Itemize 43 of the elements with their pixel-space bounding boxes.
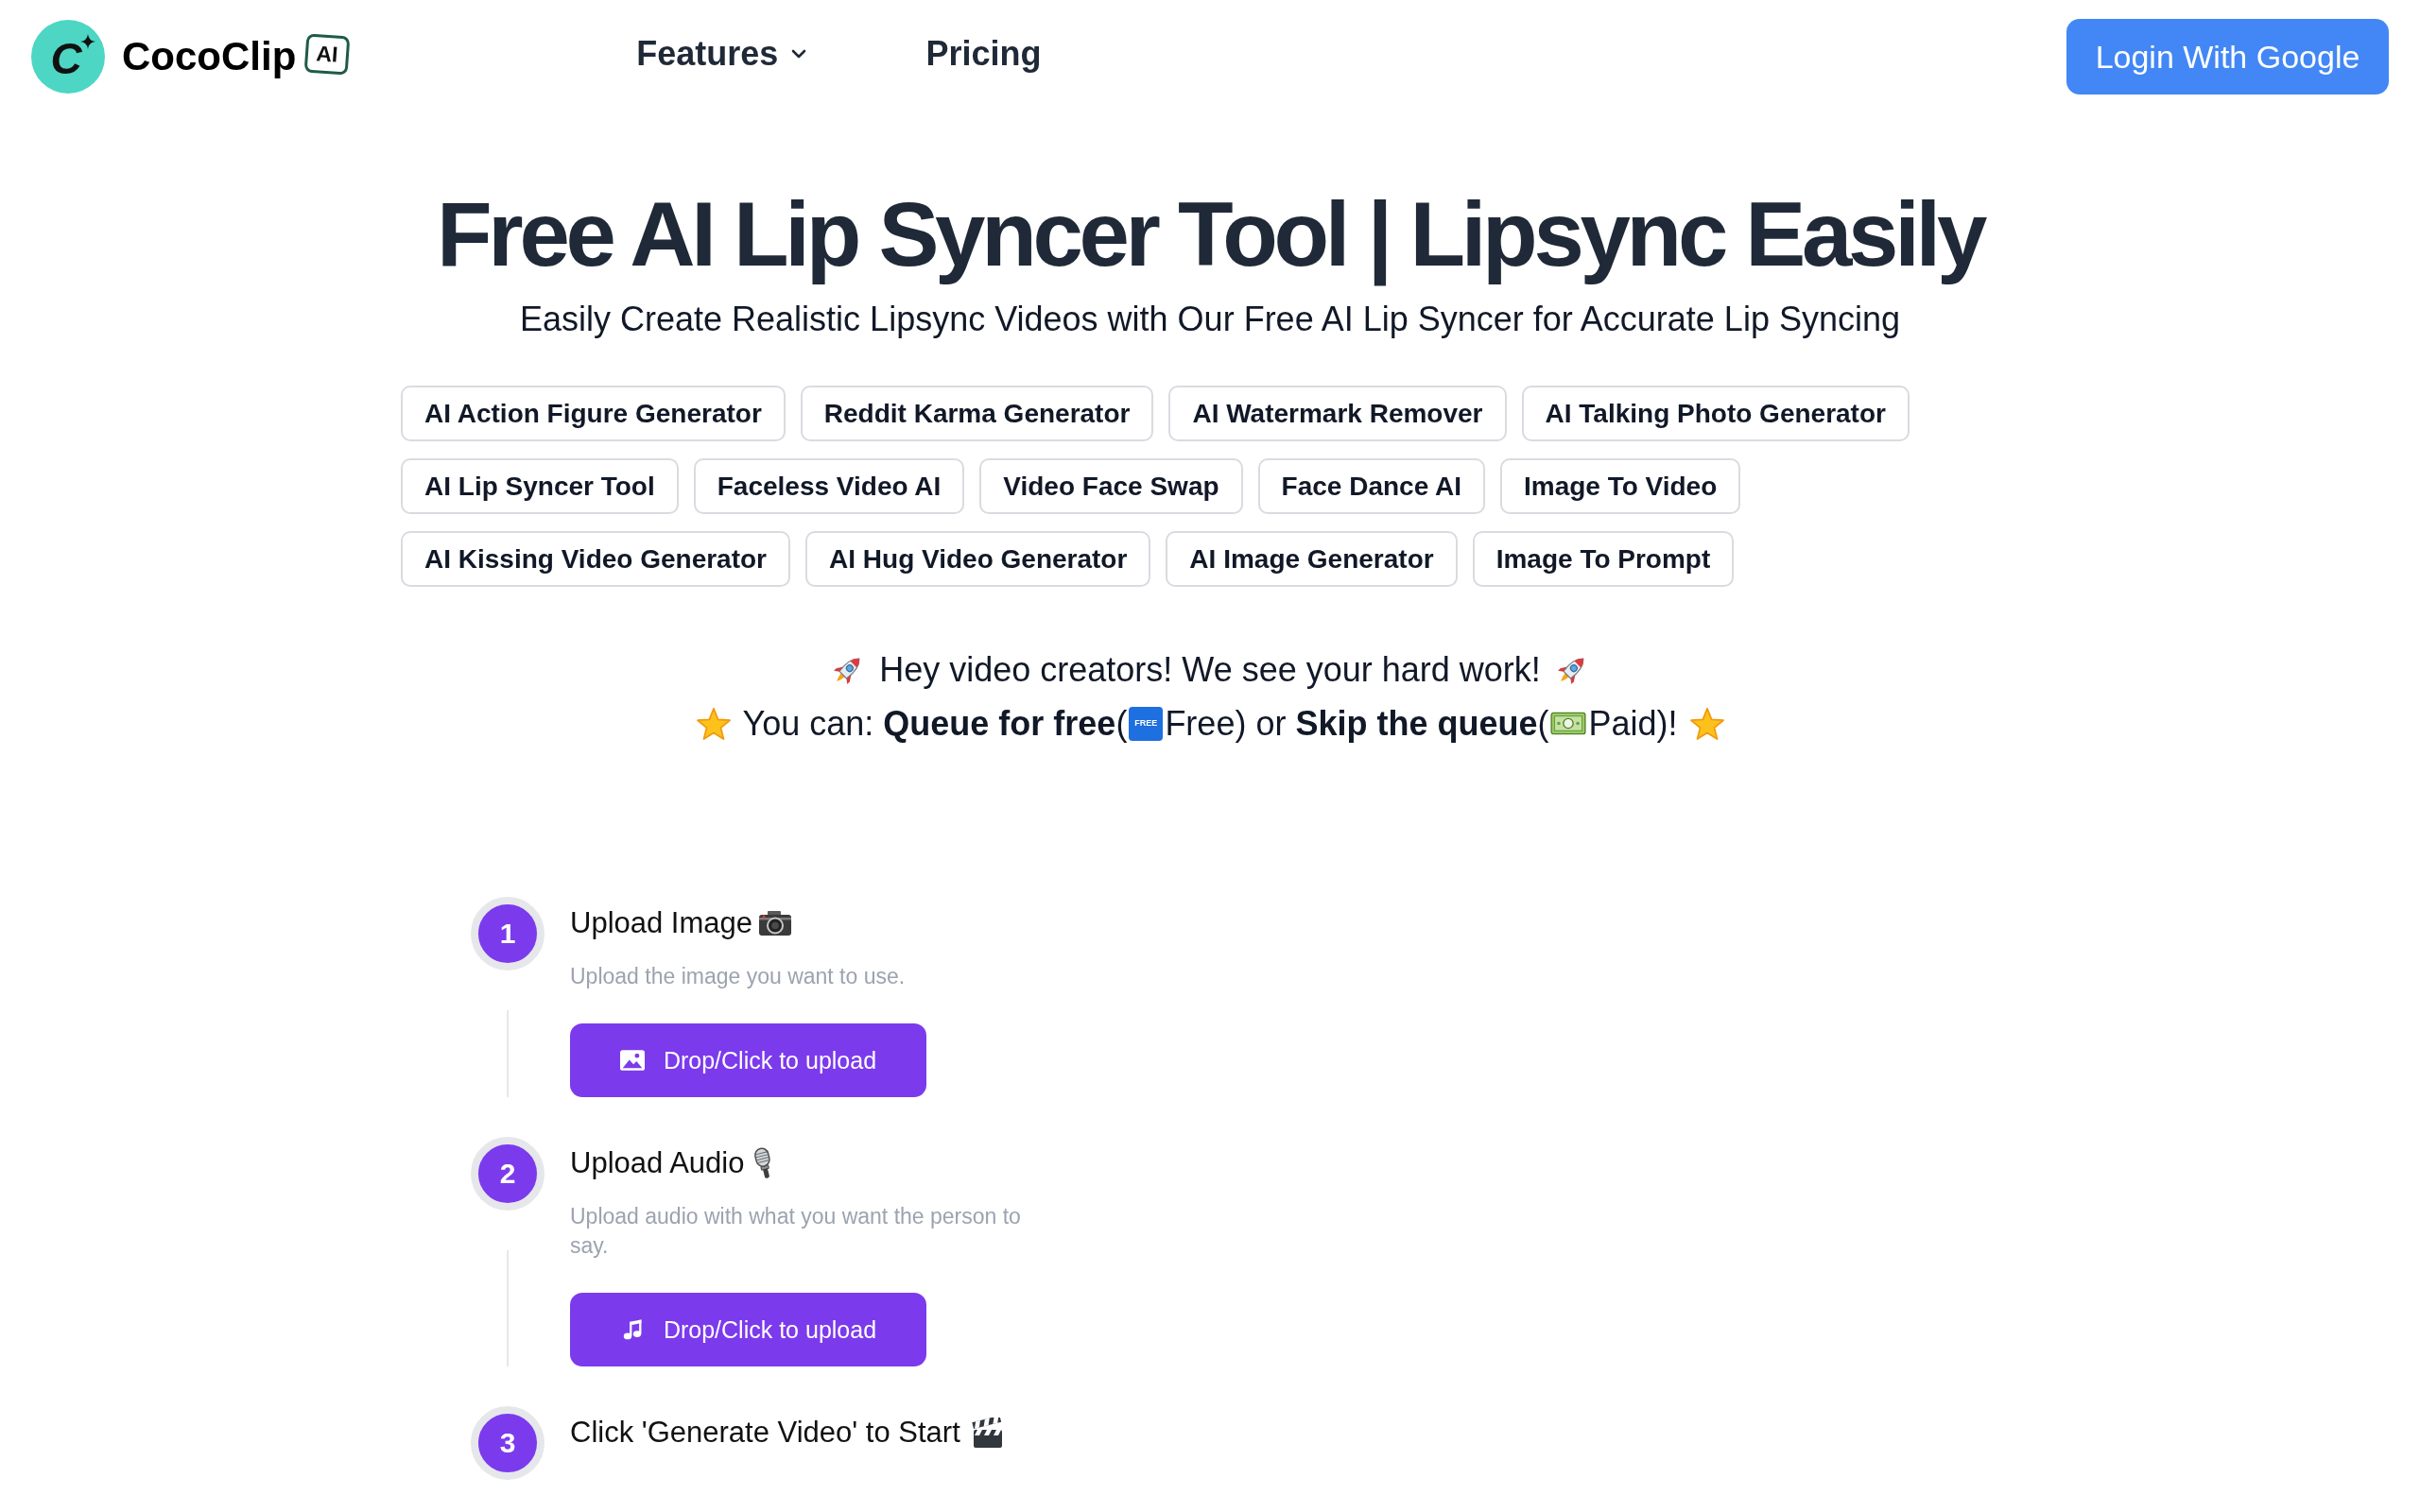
step-description: Upload the image you want to use.	[570, 963, 906, 990]
brand-name: CocoClip	[122, 37, 297, 77]
image-icon	[619, 1050, 645, 1071]
step-number: 3	[471, 1406, 544, 1480]
chevron-down-icon	[791, 49, 807, 59]
offer-text: Free) or Skip the queue(	[1165, 703, 1549, 745]
upload-button[interactable]: Drop/Click to upload	[570, 1293, 926, 1366]
star-icon	[695, 705, 732, 742]
nav-link[interactable]: Pricing	[925, 33, 1042, 75]
tool-link[interactable]: AI Talking Photo Generator	[1521, 386, 1910, 441]
tool-link[interactable]: AI Lip Syncer Tool	[401, 458, 679, 514]
step-description: Upload audio with what you want the person to say.	[570, 1203, 1022, 1260]
ai-badge: AI	[303, 32, 351, 76]
tool-link[interactable]: AI Action Figure Generator	[401, 386, 786, 441]
page-title: Free AI Lip Syncer Tool | Lipsync Easily	[437, 182, 1983, 288]
tool-link[interactable]: Video Face Swap	[979, 458, 1243, 514]
step-number: 2	[471, 1137, 544, 1211]
upload-button[interactable]: Drop/Click to upload	[570, 1023, 926, 1097]
tool-link[interactable]: Face Dance AI	[1257, 458, 1485, 514]
tool-link[interactable]: AI Watermark Remover	[1168, 386, 1507, 441]
tool-link[interactable]: AI Hug Video Generator	[805, 531, 1151, 587]
tool-link[interactable]: AI Image Generator	[1166, 531, 1458, 587]
star-icon	[1688, 705, 1725, 742]
step-number: 1	[471, 897, 544, 971]
step-title: Click 'Generate Video' to Start	[570, 1415, 960, 1451]
tool-link[interactable]: Image To Video	[1499, 458, 1741, 514]
logo-letter: C	[50, 37, 82, 80]
free-badge: FREE	[1129, 706, 1164, 741]
camera-icon	[758, 910, 792, 936]
tool-link[interactable]: Faceless Video AI	[693, 458, 965, 514]
step-title: Upload Image	[570, 905, 752, 941]
tool-link[interactable]: Reddit Karma Generator	[800, 386, 1154, 441]
tool-link[interactable]: AI Kissing Video Generator	[401, 531, 791, 587]
tool-link[interactable]: Image To Prompt	[1472, 531, 1735, 587]
announcement-text: Hey video creators! We see your hard work!	[879, 649, 1541, 691]
offer-text: You can: Queue for free(	[742, 703, 1128, 745]
step-title: Upload Audio	[570, 1145, 745, 1181]
clapperboard-icon	[971, 1417, 1004, 1449]
sparkle-icon	[80, 34, 95, 49]
page-subtitle: Easily Create Realistic Lipsync Videos with Our Free AI Lip Syncer for Accurate Lip Syncing	[520, 299, 1900, 340]
features-menu[interactable]: Features	[636, 33, 807, 75]
banknote-icon	[1550, 712, 1587, 735]
offer-text: Paid)!	[1588, 703, 1678, 745]
